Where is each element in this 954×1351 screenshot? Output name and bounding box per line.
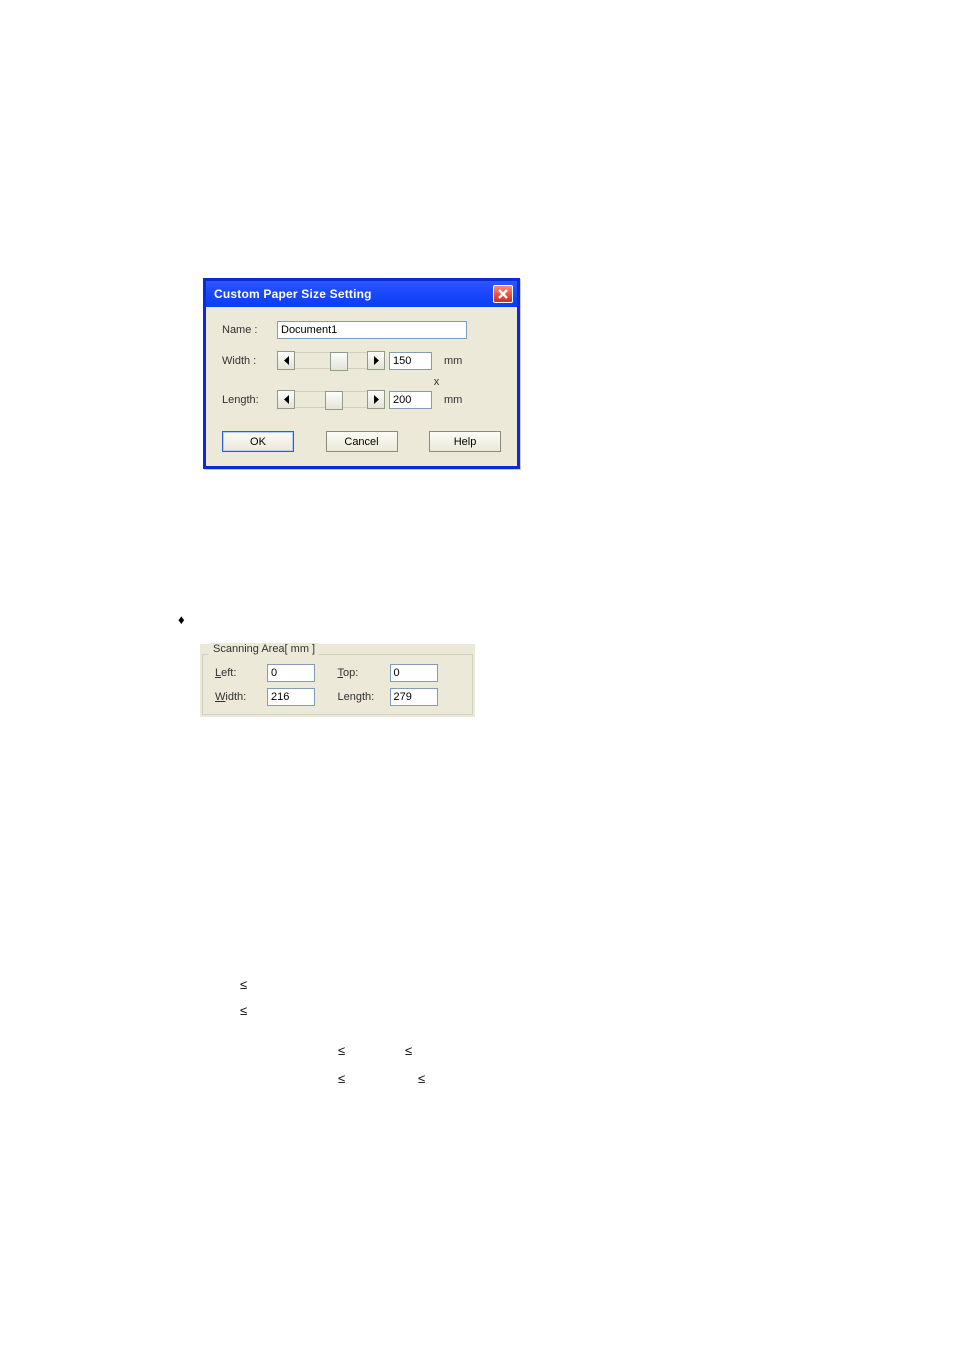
custom-paper-size-dialog: Custom Paper Size Setting Name : Width : bbox=[203, 278, 520, 469]
length-slider-track[interactable] bbox=[295, 391, 367, 408]
le-glyph: ≤ bbox=[240, 977, 247, 992]
chevron-left-icon bbox=[283, 395, 290, 404]
chevron-right-icon bbox=[373, 395, 380, 404]
times-label: x bbox=[434, 376, 440, 388]
width-label: Width : bbox=[222, 355, 277, 367]
width-length-row: Width: Length: bbox=[215, 688, 460, 706]
chevron-right-icon bbox=[373, 356, 380, 365]
button-row: OK Cancel Help bbox=[222, 421, 501, 452]
help-button[interactable]: Help bbox=[429, 431, 501, 452]
top-input[interactable] bbox=[390, 664, 438, 682]
width-row: Width : mm bbox=[222, 351, 501, 370]
dialog-title: Custom Paper Size Setting bbox=[214, 287, 372, 301]
length-increment-button[interactable] bbox=[367, 390, 385, 409]
length-row: Length: mm bbox=[222, 390, 501, 409]
scanning-area-panel: Scanning Area[ mm ] Left: Top: Width: Le… bbox=[200, 644, 475, 717]
le-glyph: ≤ bbox=[338, 1043, 345, 1058]
length-input-2[interactable] bbox=[390, 688, 438, 706]
chevron-left-icon bbox=[283, 356, 290, 365]
width-input[interactable] bbox=[389, 352, 432, 370]
name-label: Name : bbox=[222, 324, 277, 336]
ok-button[interactable]: OK bbox=[222, 431, 294, 452]
close-icon bbox=[498, 289, 508, 299]
times-row: x bbox=[222, 376, 501, 388]
groupbox-legend: Scanning Area[ mm ] bbox=[209, 643, 319, 655]
length-slider[interactable] bbox=[277, 390, 385, 409]
width-slider[interactable] bbox=[277, 351, 385, 370]
left-input[interactable] bbox=[267, 664, 315, 682]
width-slider-thumb[interactable] bbox=[330, 352, 348, 371]
length-input[interactable] bbox=[389, 391, 432, 409]
le-glyph: ≤ bbox=[405, 1043, 412, 1058]
width-slider-track[interactable] bbox=[295, 352, 367, 369]
le-glyph: ≤ bbox=[240, 1003, 247, 1018]
length-slider-thumb[interactable] bbox=[325, 391, 343, 410]
length-decrement-button[interactable] bbox=[277, 390, 295, 409]
diamond-bullet-icon: ♦ bbox=[178, 612, 185, 627]
name-input[interactable] bbox=[277, 321, 467, 339]
length-label-2: Length: bbox=[338, 691, 390, 703]
cancel-button[interactable]: Cancel bbox=[326, 431, 398, 452]
close-button[interactable] bbox=[493, 285, 513, 303]
top-label: Top: bbox=[338, 667, 390, 679]
dialog-body: Name : Width : mm x Length: bbox=[206, 307, 517, 466]
titlebar[interactable]: Custom Paper Size Setting bbox=[206, 281, 517, 307]
left-top-row: Left: Top: bbox=[215, 664, 460, 682]
width-input-2[interactable] bbox=[267, 688, 315, 706]
scanning-area-groupbox: Scanning Area[ mm ] Left: Top: Width: Le… bbox=[202, 654, 473, 715]
width-unit: mm bbox=[444, 355, 462, 367]
left-label: Left: bbox=[215, 667, 267, 679]
length-unit: mm bbox=[444, 394, 462, 406]
width-increment-button[interactable] bbox=[367, 351, 385, 370]
width-decrement-button[interactable] bbox=[277, 351, 295, 370]
width-label-2: Width: bbox=[215, 691, 267, 703]
length-label: Length: bbox=[222, 394, 277, 406]
le-glyph: ≤ bbox=[338, 1071, 345, 1086]
name-row: Name : bbox=[222, 321, 501, 339]
le-glyph: ≤ bbox=[418, 1071, 425, 1086]
